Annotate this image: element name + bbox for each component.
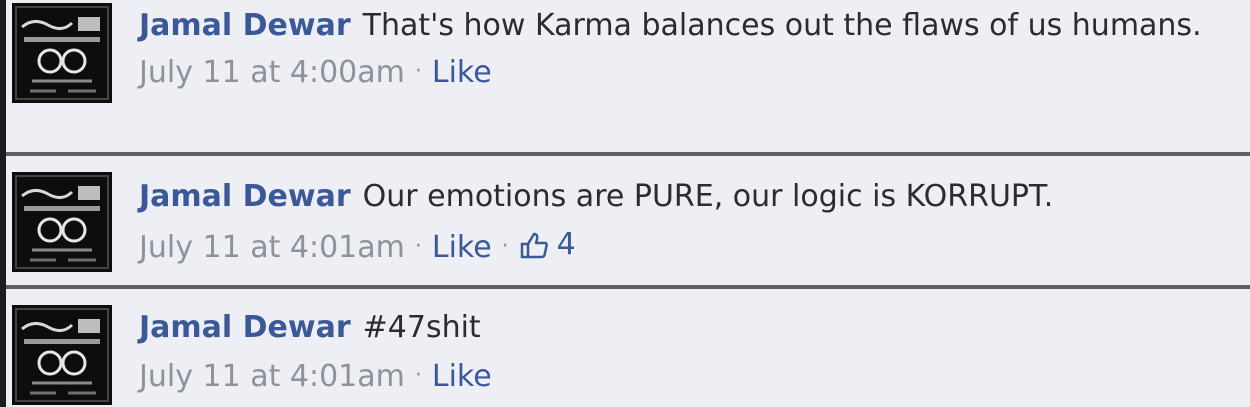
author-name[interactable]: Jamal Dewar (139, 179, 351, 214)
comment-body: Jamal Dewar Our emotions are PURE, our lo… (139, 176, 1210, 268)
avatar[interactable] (12, 3, 112, 103)
comment-item: Jamal Dewar That's how Karma balances out… (6, 0, 1250, 152)
comment-text: Our emotions are PURE, our logic is KORR… (362, 179, 1054, 214)
comment-body: Jamal Dewar That's how Karma balances out… (139, 5, 1210, 93)
timestamp[interactable]: July 11 at 4:01am (139, 359, 405, 394)
comment-thread: Jamal Dewar That's how Karma balances out… (6, 0, 1250, 407)
thumbs-up-icon (519, 231, 549, 259)
like-link[interactable]: Like (432, 55, 492, 90)
comment-meta: July 11 at 4:00am · Like (139, 52, 1210, 93)
author-name[interactable]: Jamal Dewar (139, 310, 351, 345)
avatar[interactable] (12, 305, 112, 405)
separator: · (414, 363, 422, 388)
avatar[interactable] (12, 172, 112, 272)
like-count: 4 (556, 227, 576, 262)
comment-text-line: Jamal Dewar That's how Karma balances out… (139, 5, 1210, 46)
comment-text-line: Jamal Dewar Our emotions are PURE, our lo… (139, 176, 1210, 217)
like-count-button[interactable]: 4 (519, 225, 576, 265)
comment-text-line: Jamal Dewar #47shit (139, 307, 1210, 348)
comment-item: Jamal Dewar #47shit July 11 at 4:01am · Lik… (6, 289, 1250, 407)
like-link[interactable]: Like (432, 230, 492, 265)
timestamp[interactable]: July 11 at 4:00am (139, 55, 405, 90)
separator: · (501, 234, 509, 259)
comment-meta: July 11 at 4:01am · Like · 4 (139, 225, 1210, 268)
separator: · (414, 234, 422, 259)
comment-item: Jamal Dewar Our emotions are PURE, our lo… (6, 156, 1250, 285)
comment-meta: July 11 at 4:01am · Like (139, 356, 1210, 397)
comment-text: That's how Karma balances out the flaws … (362, 8, 1202, 43)
comment-text: #47shit (362, 310, 481, 345)
timestamp[interactable]: July 11 at 4:01am (139, 230, 405, 265)
separator: · (414, 59, 422, 84)
author-name[interactable]: Jamal Dewar (139, 8, 351, 43)
like-link[interactable]: Like (432, 359, 492, 394)
comment-body: Jamal Dewar #47shit July 11 at 4:01am · Lik… (139, 307, 1210, 397)
